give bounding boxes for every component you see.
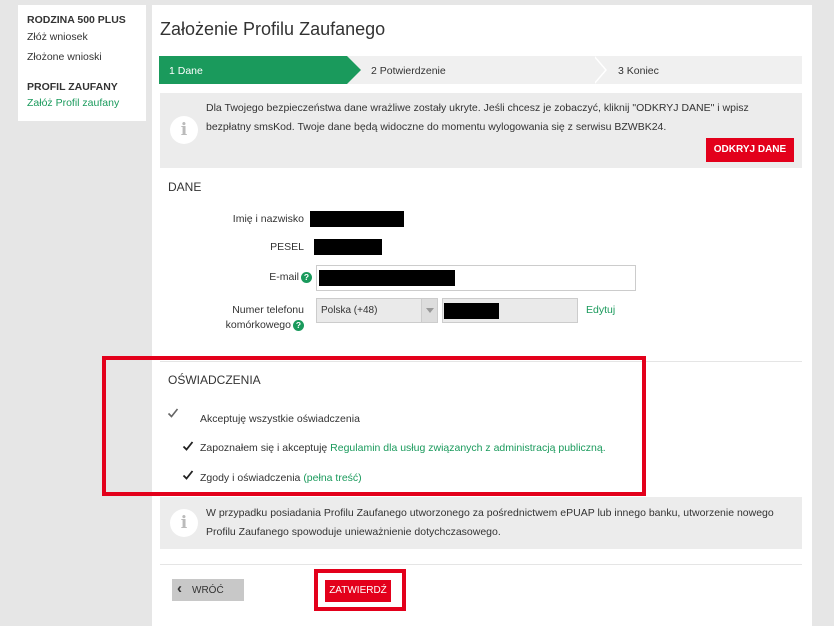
highlight-confirm-button xyxy=(314,569,406,611)
main-panel: Założenie Profilu Zaufanego 1 Dane 2 Pot… xyxy=(152,5,812,626)
section-divider xyxy=(160,564,802,565)
label-phone: Numer telefonu komórkowego? xyxy=(225,304,304,331)
step-separator-inner-icon xyxy=(593,56,605,84)
step-1-label: 1 Dane xyxy=(169,65,203,77)
phone-number-field[interactable] xyxy=(442,298,578,323)
chevron-left-icon: ‹ xyxy=(177,580,182,597)
step-2-label: 2 Potwierdzenie xyxy=(371,65,446,77)
name-value-redacted xyxy=(310,211,404,227)
email-value-redacted xyxy=(319,270,455,286)
info-text: Dla Twojego bezpieczeństwa dane wrażliwe… xyxy=(206,102,749,133)
label-name: Imię i nazwisko xyxy=(232,213,304,225)
info-box-hidden-data: i Dla Twojego bezpieczeństwa dane wrażli… xyxy=(160,93,802,168)
step-arrow-icon xyxy=(347,56,361,84)
sidebar-item-zaloz-profil[interactable]: Załóż Profil zaufany xyxy=(27,97,119,109)
country-code-select[interactable]: Polska (+48) xyxy=(316,298,438,323)
back-button-label: WRÓĆ xyxy=(192,585,224,596)
info-icon: i xyxy=(170,116,198,144)
highlight-oswiadczenia xyxy=(102,356,646,496)
pesel-value-redacted xyxy=(314,239,382,255)
sidebar-section-profil: PROFIL ZAUFANY xyxy=(27,81,118,93)
sidebar-item-zloz-wniosek[interactable]: Złóż wniosek xyxy=(27,31,88,43)
progress-steps: 1 Dane 2 Potwierdzenie 3 Koniec xyxy=(159,56,802,84)
email-field[interactable] xyxy=(316,265,636,291)
back-button[interactable]: ‹ WRÓĆ xyxy=(172,579,244,601)
page-title: Założenie Profilu Zaufanego xyxy=(160,19,386,39)
info-box-existing-profile: i W przypadku posiadania Profilu Zaufane… xyxy=(160,497,802,549)
chevron-down-icon xyxy=(421,299,437,322)
sidebar-section-rodzina: RODZINA 500 PLUS xyxy=(27,14,126,26)
step-1: 1 Dane xyxy=(159,56,361,84)
reveal-data-button[interactable]: ODKRYJ DANE xyxy=(706,138,794,162)
info-icon: i xyxy=(170,509,198,537)
label-email: E-mail? xyxy=(212,271,312,283)
info-existing-profile-text: W przypadku posiadania Profilu Zaufanego… xyxy=(206,507,774,538)
help-icon[interactable]: ? xyxy=(293,319,304,331)
phone-value-redacted xyxy=(444,303,499,319)
help-icon[interactable]: ? xyxy=(301,271,312,283)
sidebar: RODZINA 500 PLUS Złóż wniosek Złożone wn… xyxy=(18,5,146,121)
sidebar-item-zlozone-wnioski[interactable]: Złożone wnioski xyxy=(27,51,102,63)
section-title-dane: DANE xyxy=(168,180,202,194)
country-code-value: Polska (+48) xyxy=(321,305,378,316)
edit-phone-link[interactable]: Edytuj xyxy=(586,304,615,316)
step-3-label: 3 Koniec xyxy=(618,65,659,77)
label-pesel: PESEL xyxy=(270,241,304,253)
